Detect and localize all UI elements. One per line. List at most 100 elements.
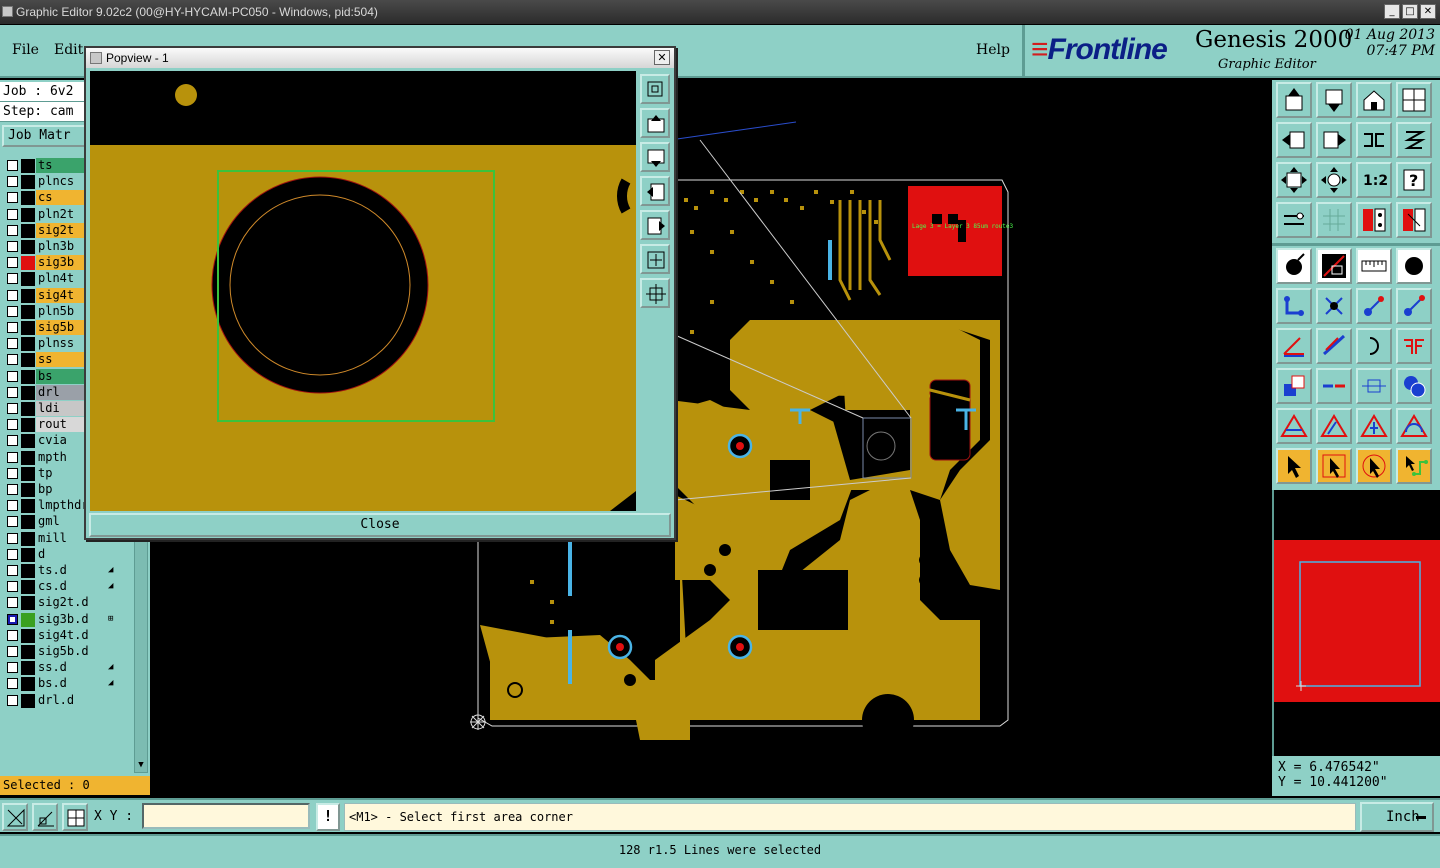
layer-checkbox[interactable] [7, 338, 18, 350]
layer-checkbox[interactable] [7, 354, 18, 366]
layer-checkbox[interactable] [7, 224, 18, 236]
help-button[interactable]: ? [1396, 162, 1432, 198]
layer-checkbox[interactable] [7, 548, 18, 560]
popview-pan-up-button[interactable] [640, 108, 670, 138]
arc-tool-button[interactable] [1356, 328, 1392, 364]
layer-checkbox[interactable] [7, 694, 18, 706]
split-tool-button[interactable] [1316, 368, 1352, 404]
layer-row-ts-d[interactable]: ts.d ◢ [0, 563, 134, 578]
angle-tool-button[interactable] [1276, 328, 1312, 364]
grid-toggle-button[interactable] [1316, 202, 1352, 238]
menu-file[interactable]: File [12, 42, 39, 58]
extend-node-button[interactable] [1396, 288, 1432, 324]
layer-color-swatch[interactable] [21, 191, 35, 206]
slope-tool-button[interactable] [1316, 328, 1352, 364]
layer-color-swatch[interactable] [21, 304, 35, 319]
view-home-icon-button[interactable] [1356, 82, 1392, 118]
layer-checkbox[interactable] [7, 160, 18, 171]
layer-checkbox[interactable] [7, 451, 18, 463]
layer-checkbox[interactable] [7, 629, 18, 641]
layer-color-swatch[interactable] [21, 159, 35, 173]
layer-checkbox[interactable] [7, 532, 18, 544]
popview-pan-down-button[interactable] [640, 142, 670, 172]
layer-row-cs-d[interactable]: cs.d ◢ [0, 579, 134, 595]
layer-color-swatch[interactable] [21, 402, 35, 416]
layer-color-swatch[interactable] [21, 580, 35, 595]
group-tool-button[interactable] [1396, 368, 1432, 404]
layer-checkbox[interactable] [7, 613, 18, 625]
layer-name[interactable]: ss.d [36, 660, 118, 676]
layer-color-swatch[interactable] [21, 466, 35, 481]
layer-color-swatch[interactable] [21, 531, 35, 546]
layer-color-swatch[interactable] [21, 515, 35, 530]
unit-selector[interactable]: Inch [1360, 802, 1434, 832]
layer-name[interactable]: cs.d [36, 579, 118, 595]
select-net-button[interactable] [1396, 448, 1432, 484]
popview-pan-left-button[interactable] [640, 176, 670, 206]
select-tool-button[interactable] [1276, 448, 1312, 484]
layer-checkbox[interactable] [7, 192, 18, 204]
layer-checkbox[interactable] [7, 484, 18, 495]
angle-snap-button[interactable] [32, 803, 58, 831]
layer-color-swatch[interactable] [21, 564, 35, 578]
popview-close-button[interactable]: Close [89, 513, 671, 537]
layer-color-swatch[interactable] [21, 418, 35, 433]
layer-checkbox[interactable] [7, 419, 18, 431]
layer-name[interactable]: sig5b.d [36, 644, 118, 659]
popview-zoom-out-button[interactable] [640, 278, 670, 308]
layer-checkbox[interactable] [7, 289, 18, 301]
layer-row-sig2t-d[interactable]: sig2t.d [0, 595, 134, 611]
layer-checkbox[interactable] [7, 403, 18, 414]
grid-snap-button[interactable] [62, 803, 88, 831]
layer-checkbox[interactable] [7, 581, 18, 593]
layer-scrollbar[interactable]: ▼ [134, 535, 148, 773]
zoom-fit-button[interactable] [1276, 162, 1312, 198]
layer-checkbox[interactable] [7, 565, 18, 576]
layer-color-swatch[interactable] [21, 661, 35, 676]
ruler-button[interactable] [1356, 248, 1392, 284]
select-area-button[interactable] [1316, 448, 1352, 484]
layer-color-swatch[interactable] [21, 677, 35, 692]
layer-checkbox[interactable] [7, 322, 18, 333]
layer-checkbox[interactable] [7, 386, 18, 398]
move-node-button[interactable] [1356, 288, 1392, 324]
layer-color-swatch[interactable] [21, 450, 35, 465]
layer-row-drl-d[interactable]: drl.d [0, 692, 134, 708]
select-polygon-button[interactable] [1356, 448, 1392, 484]
layer-color-swatch[interactable] [21, 434, 35, 449]
layer-name[interactable]: d [36, 546, 118, 562]
polygon-arc-button[interactable] [1396, 408, 1432, 444]
polygon-edit-button[interactable] [1316, 408, 1352, 444]
popview-zoom-window-button[interactable] [640, 74, 670, 104]
polygon-tool-button[interactable] [1276, 408, 1312, 444]
measure-tool-button[interactable] [1276, 202, 1312, 238]
add-line-button[interactable] [1316, 248, 1352, 284]
layer-checkbox[interactable] [7, 500, 18, 512]
layer-color-swatch[interactable] [21, 628, 35, 643]
connect-nodes-button[interactable] [1276, 288, 1312, 324]
popview-titlebar[interactable]: Popview - 1 ✕ [86, 48, 674, 68]
close-window-button[interactable]: ✕ [1420, 4, 1436, 19]
layer-checkbox[interactable] [7, 273, 18, 285]
layer-checkbox[interactable] [7, 370, 18, 382]
layer-name[interactable]: ts.d [36, 563, 118, 578]
layer-checkbox[interactable] [7, 646, 18, 657]
popview-pan-right-button[interactable] [640, 210, 670, 240]
layer-color-swatch[interactable] [21, 353, 35, 368]
net-compare-button[interactable] [1396, 202, 1432, 238]
polygon-move-button[interactable] [1356, 408, 1392, 444]
layer-color-swatch[interactable] [21, 175, 35, 190]
xy-input[interactable] [142, 803, 310, 829]
layer-color-swatch[interactable] [21, 483, 35, 497]
layer-color-swatch[interactable] [21, 240, 35, 254]
view-pan-right-button[interactable] [1316, 122, 1352, 158]
layer-checkbox[interactable] [7, 257, 18, 269]
fillet-tool-button[interactable] [1396, 328, 1432, 364]
popview-close-icon[interactable]: ✕ [654, 50, 670, 65]
popview-canvas[interactable] [90, 71, 636, 511]
popview-zoom-in-button[interactable] [640, 244, 670, 274]
layer-checkbox[interactable] [7, 208, 18, 220]
view-home-button[interactable] [1276, 82, 1312, 118]
menu-help[interactable]: Help [976, 42, 1010, 58]
resize-tool-button[interactable] [1356, 368, 1392, 404]
